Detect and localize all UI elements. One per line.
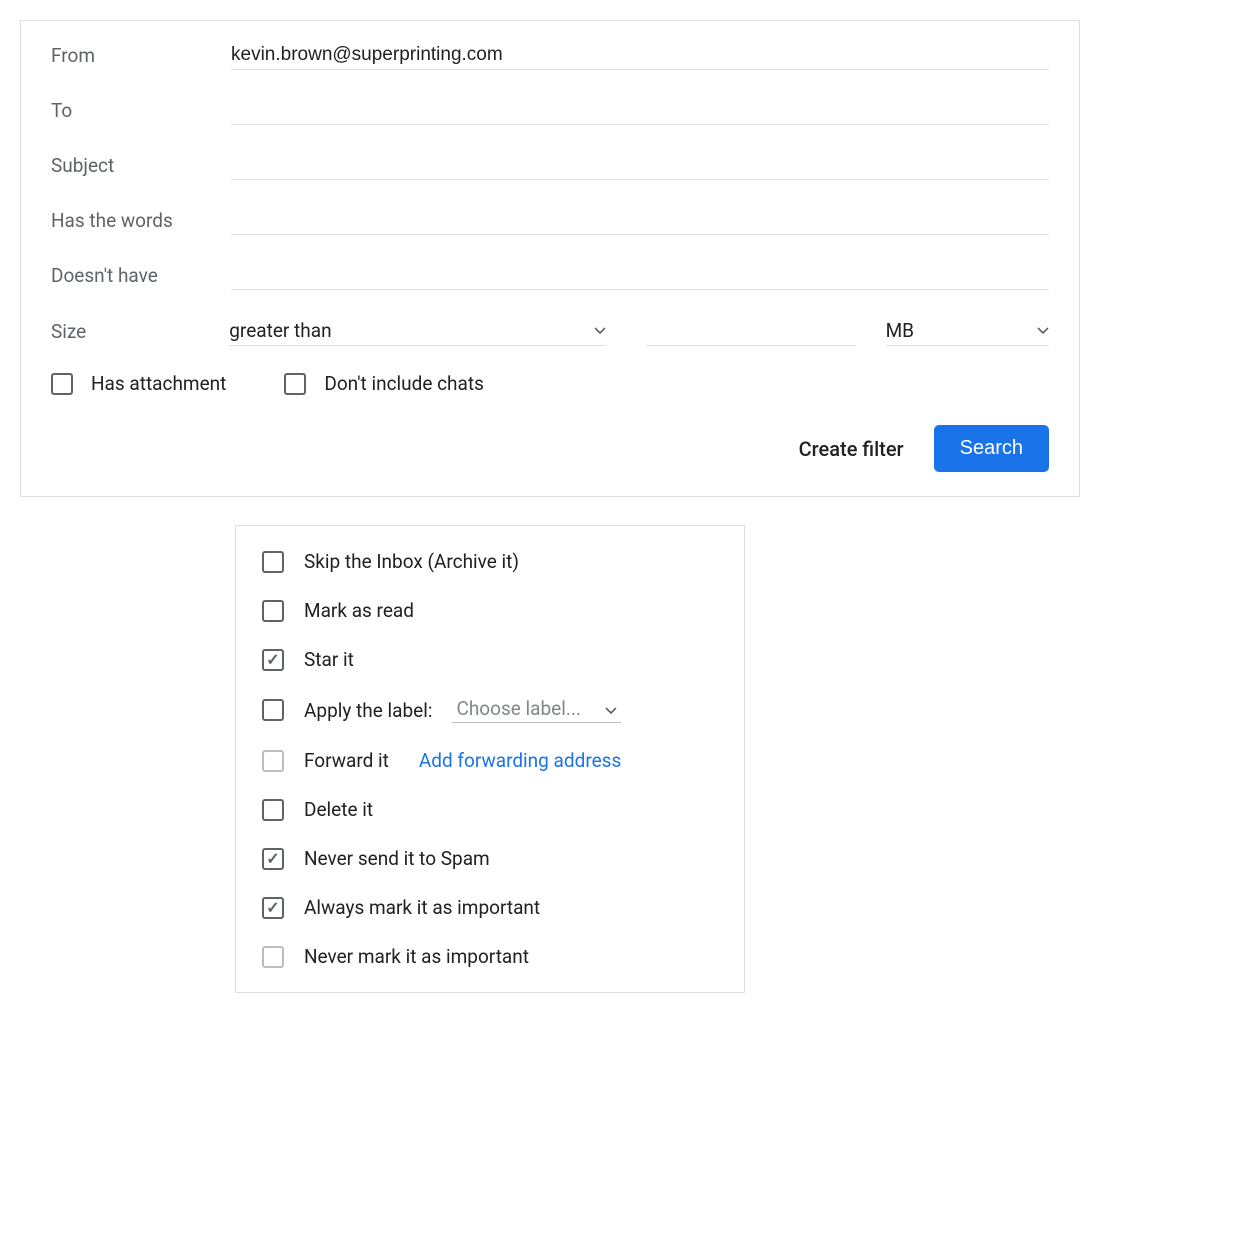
to-row: To [51,96,1049,125]
never-spam-label: Never send it to Spam [304,847,490,870]
choose-label-select[interactable]: Choose label... [452,697,620,723]
mark-read-label: Mark as read [304,599,414,622]
choose-label-text: Choose label... [456,697,580,720]
from-row: From [51,41,1049,70]
star-it-label: Star it [304,648,354,671]
star-it-checkbox[interactable] [262,649,284,671]
caret-down-icon [605,697,617,720]
skip-inbox-checkbox[interactable] [262,551,284,573]
has-attachment-label: Has attachment [91,372,226,395]
always-important-checkbox[interactable] [262,897,284,919]
search-filter-panel: From To Subject Has the words Doesn't ha… [20,20,1080,497]
has-words-input[interactable] [231,206,1049,235]
to-label: To [51,99,231,122]
apply-label-row: Apply the label: Choose label... [262,697,718,723]
size-comparator-value: greater than [229,316,331,345]
delete-it-label: Delete it [304,798,373,821]
doesnt-have-input[interactable] [231,261,1049,290]
size-comparator-select[interactable]: greater than [229,316,605,346]
search-button[interactable]: Search [934,425,1049,472]
form-actions: Create filter Search [51,425,1049,472]
size-unit-select[interactable]: MB [886,316,1049,346]
always-important-row: Always mark it as important [262,896,718,919]
size-label: Size [51,320,229,343]
delete-it-checkbox[interactable] [262,799,284,821]
subject-input[interactable] [231,151,1049,180]
size-row: Size greater than MB [51,316,1049,346]
from-input[interactable] [231,41,1049,70]
extra-checks-row: Has attachment Don't include chats [51,372,1049,395]
create-filter-button[interactable]: Create filter [799,437,904,461]
never-important-label: Never mark it as important [304,945,529,968]
add-forwarding-link[interactable]: Add forwarding address [419,749,621,772]
skip-inbox-row: Skip the Inbox (Archive it) [262,550,718,573]
size-unit-value: MB [886,316,914,345]
mark-read-checkbox[interactable] [262,600,284,622]
doesnt-have-label: Doesn't have [51,264,231,287]
has-words-row: Has the words [51,206,1049,235]
to-input[interactable] [231,96,1049,125]
mark-read-row: Mark as read [262,599,718,622]
forward-it-label: Forward it [304,749,389,772]
never-important-checkbox[interactable] [262,946,284,968]
subject-label: Subject [51,154,231,177]
delete-it-row: Delete it [262,798,718,821]
apply-label-text: Apply the label: [304,699,432,722]
from-label: From [51,44,231,67]
subject-row: Subject [51,151,1049,180]
star-it-row: Star it [262,648,718,671]
dont-include-chats-checkbox[interactable] [284,373,306,395]
size-value-input[interactable] [646,317,856,346]
skip-inbox-label: Skip the Inbox (Archive it) [304,550,519,573]
has-attachment-checkbox[interactable] [51,373,73,395]
filter-actions-panel: Skip the Inbox (Archive it) Mark as read… [235,525,745,993]
never-spam-checkbox[interactable] [262,848,284,870]
never-spam-row: Never send it to Spam [262,847,718,870]
dont-include-chats-label: Don't include chats [324,372,484,395]
has-words-label: Has the words [51,209,231,232]
never-important-row: Never mark it as important [262,945,718,968]
caret-down-icon [594,327,606,335]
apply-label-checkbox[interactable] [262,699,284,721]
forward-it-row: Forward it Add forwarding address [262,749,718,772]
forward-it-checkbox[interactable] [262,750,284,772]
always-important-label: Always mark it as important [304,896,540,919]
doesnt-have-row: Doesn't have [51,261,1049,290]
caret-down-icon [1037,327,1049,335]
